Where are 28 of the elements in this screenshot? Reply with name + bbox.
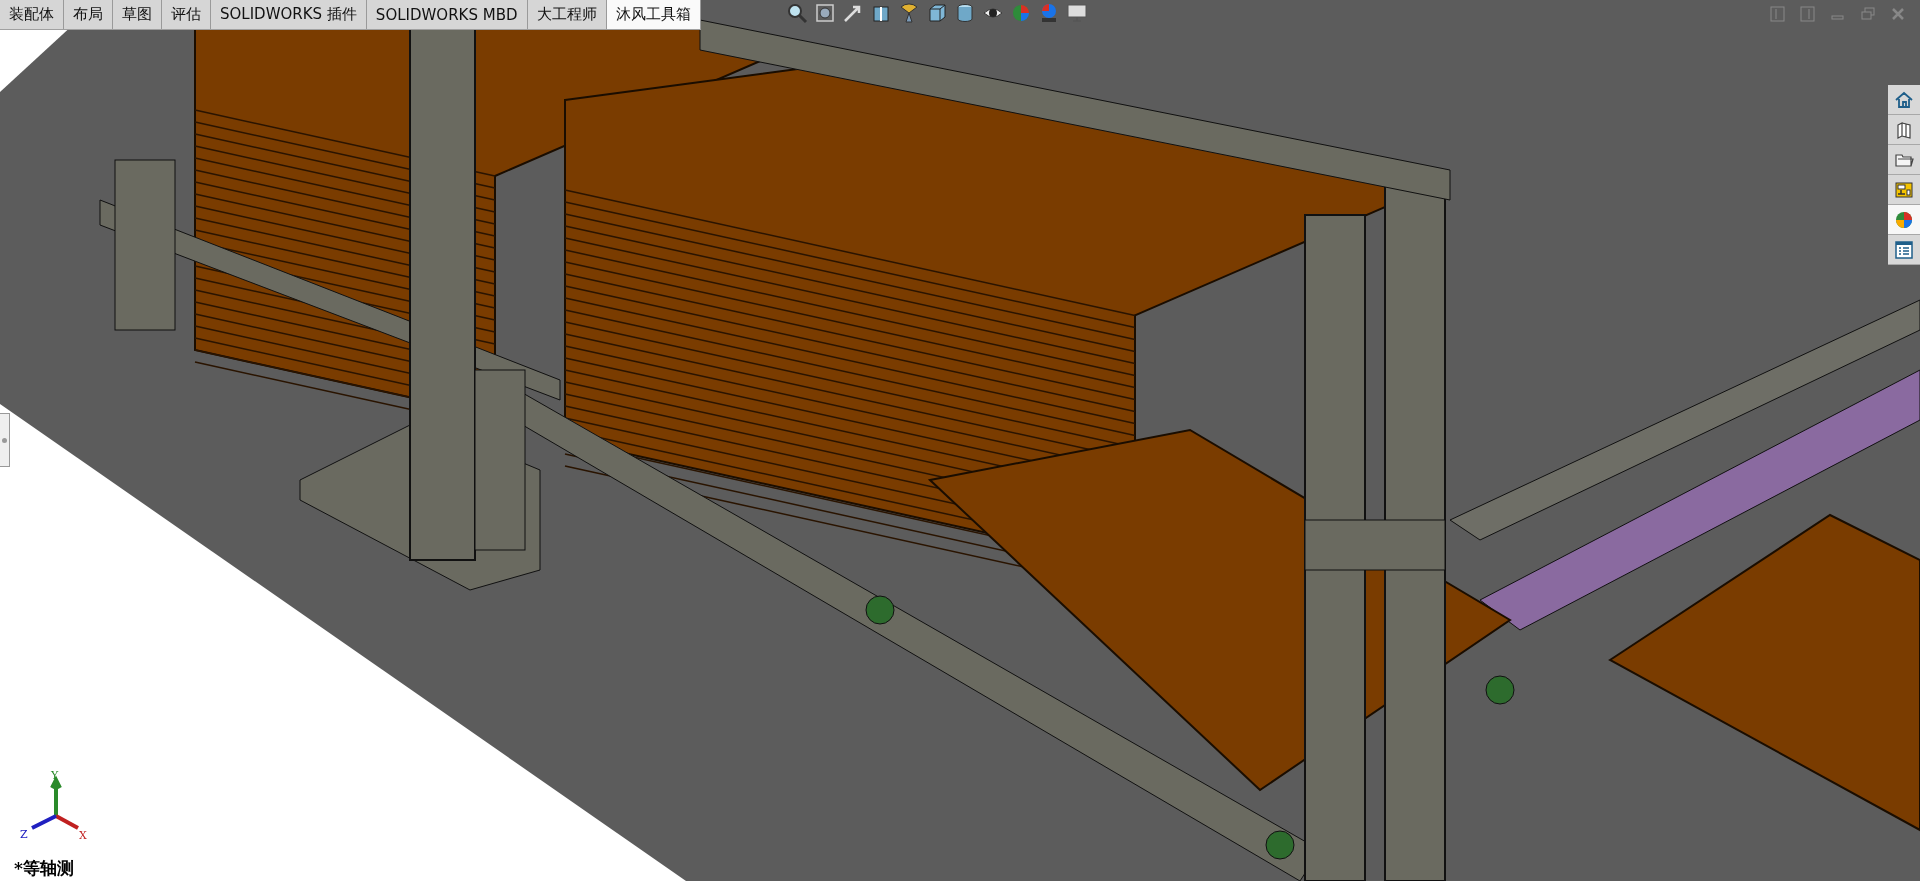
- cube-icon[interactable]: [926, 2, 948, 24]
- view-orientation-label: *等轴测: [14, 857, 74, 880]
- task-pane-tab[interactable]: [1888, 115, 1920, 145]
- cylinder-icon[interactable]: [954, 2, 976, 24]
- sprocket-wheel: [1265, 830, 1295, 860]
- layout-board-icon: [1894, 179, 1914, 200]
- fan-icon[interactable]: [898, 2, 920, 24]
- ribbon-tab[interactable]: 沐风工具箱: [606, 0, 701, 29]
- task-pane-tab[interactable]: [1888, 235, 1920, 265]
- axis-label: Z: [20, 828, 28, 840]
- house-icon: [1894, 89, 1914, 110]
- color-ball-icon[interactable]: [1010, 2, 1032, 24]
- list-icon: [1894, 239, 1914, 260]
- task-pane-tab[interactable]: [1888, 145, 1920, 175]
- color-ball-icon: [1894, 209, 1914, 230]
- monitor-icon[interactable]: [1066, 2, 1088, 24]
- magnifier-icon[interactable]: [786, 2, 808, 24]
- task-pane-tab[interactable]: [1888, 175, 1920, 205]
- zoom-area-icon[interactable]: [814, 2, 836, 24]
- axis-label: X: [79, 829, 87, 840]
- tile-right-icon[interactable]: [1800, 6, 1816, 22]
- tile-left-icon[interactable]: [1770, 6, 1786, 22]
- sprocket-wheel: [1485, 675, 1515, 705]
- panel-handle[interactable]: [0, 413, 10, 467]
- task-pane-tab[interactable]: [1888, 205, 1920, 235]
- books-icon: [1894, 119, 1914, 140]
- task-pane-tab[interactable]: [1888, 85, 1920, 115]
- sprocket-wheel: [865, 595, 895, 625]
